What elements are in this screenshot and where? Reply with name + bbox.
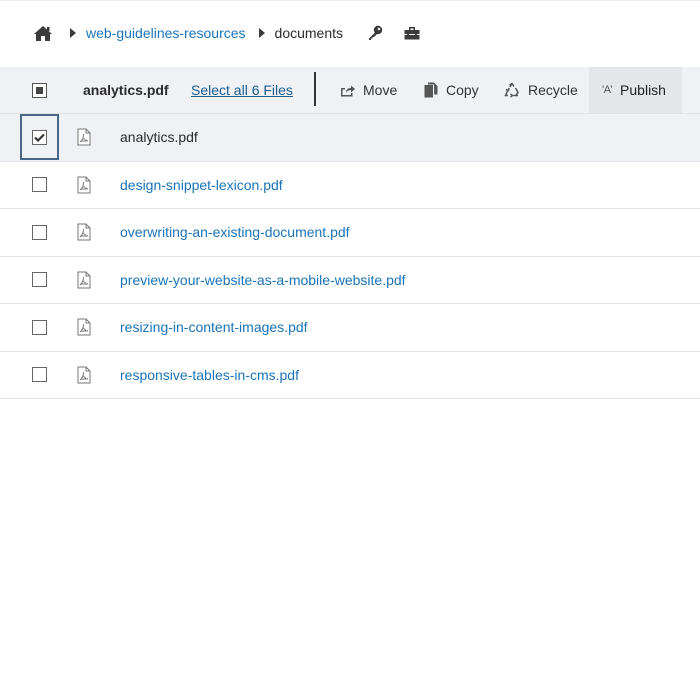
- breadcrumb-separator-icon: [70, 28, 76, 38]
- recycle-button[interactable]: Recycle: [504, 67, 578, 113]
- file-checkbox[interactable]: [32, 272, 47, 288]
- select-all-checkbox[interactable]: [32, 83, 47, 98]
- breadcrumb-separator-icon: [258, 28, 265, 38]
- file-checkbox[interactable]: [32, 224, 47, 240]
- move-button-label: Move: [363, 82, 398, 98]
- file-row[interactable]: design-snippet-lexicon.pdf: [0, 161, 700, 209]
- pdf-file-icon: [77, 366, 91, 384]
- selected-file-label: analytics.pdf: [83, 82, 169, 98]
- file-row[interactable]: resizing-in-content-images.pdf: [0, 304, 700, 352]
- file-checkbox[interactable]: [32, 367, 47, 383]
- file-row[interactable]: preview-your-website-as-a-mobile-website…: [0, 256, 700, 304]
- toolbox-icon[interactable]: [404, 26, 420, 40]
- breadcrumb-link-web-guidelines-resources[interactable]: web-guidelines-resources: [86, 25, 246, 41]
- move-icon: [341, 85, 355, 96]
- publish-button[interactable]: 'A' Publish: [589, 67, 682, 113]
- publish-icon: 'A': [602, 84, 613, 96]
- file-name-link[interactable]: resizing-in-content-images.pdf: [120, 319, 308, 335]
- file-name-link[interactable]: preview-your-website-as-a-mobile-website…: [120, 272, 406, 288]
- file-row[interactable]: responsive-tables-in-cms.pdf: [0, 351, 700, 399]
- file-name[interactable]: analytics.pdf: [120, 129, 198, 145]
- file-name-link[interactable]: design-snippet-lexicon.pdf: [120, 177, 283, 193]
- move-button[interactable]: Move: [340, 67, 397, 113]
- file-name-link[interactable]: responsive-tables-in-cms.pdf: [120, 367, 299, 383]
- home-icon[interactable]: [33, 24, 53, 42]
- publish-button-label: Publish: [620, 82, 666, 98]
- copy-button[interactable]: Copy: [424, 67, 479, 113]
- file-checkbox[interactable]: [32, 129, 47, 145]
- file-checkbox[interactable]: [32, 319, 47, 335]
- select-all-files-link[interactable]: Select all 6 Files: [191, 82, 293, 98]
- pdf-file-icon: [77, 223, 91, 241]
- partial-selection-indicator: [36, 87, 43, 94]
- pdf-file-icon: [77, 318, 91, 336]
- file-name-link[interactable]: overwriting-an-existing-document.pdf: [120, 224, 350, 240]
- pdf-file-icon: [77, 176, 91, 194]
- toolbar-divider: [314, 72, 316, 106]
- copy-button-label: Copy: [446, 82, 479, 98]
- action-toolbar: analytics.pdf Select all 6 Files Move Co…: [0, 67, 700, 114]
- pdf-file-icon: [77, 271, 91, 289]
- checkmark-icon: [34, 133, 45, 142]
- breadcrumb: web-guidelines-resources documents: [0, 0, 700, 66]
- file-row[interactable]: analytics.pdf: [0, 114, 700, 162]
- file-list: analytics.pdf design-snippet-lexicon.pdf…: [0, 114, 700, 399]
- pdf-file-icon: [77, 128, 91, 146]
- copy-icon: [424, 82, 438, 98]
- file-row[interactable]: overwriting-an-existing-document.pdf: [0, 209, 700, 257]
- recycle-button-label: Recycle: [528, 82, 578, 98]
- key-icon[interactable]: [367, 25, 383, 41]
- breadcrumb-current-documents: documents: [274, 25, 344, 41]
- file-checkbox[interactable]: [32, 177, 47, 193]
- recycle-icon: [504, 82, 519, 98]
